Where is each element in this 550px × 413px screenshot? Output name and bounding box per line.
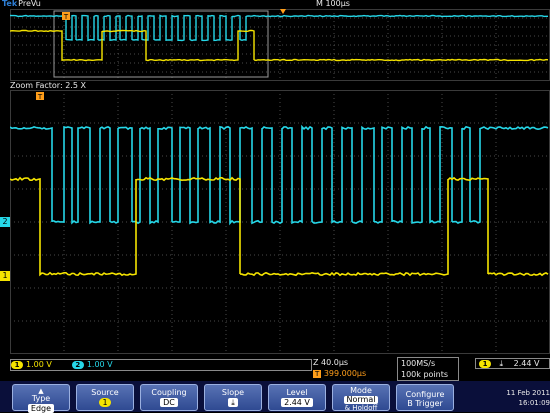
rising-edge-icon: ⤓: [500, 359, 504, 368]
mode-label: Mode: [333, 386, 389, 395]
ch1-ground-marker[interactable]: 1: [0, 271, 10, 281]
configure-label: Configure: [397, 390, 453, 399]
ch2-ground-marker[interactable]: 2: [0, 217, 10, 227]
channel-scale-readout[interactable]: 1 1.00 V 2 1.00 V: [10, 359, 312, 371]
trigger-level-value: 2.44 V: [514, 359, 540, 368]
overview-trigger-marker[interactable]: T: [62, 12, 70, 21]
sample-rate: 100MS/s: [401, 358, 458, 369]
ch2-chip: 2: [72, 361, 84, 369]
trigger-level-marker[interactable]: [0, 174, 8, 184]
overview-ch2-trace: [10, 16, 548, 41]
zoom-trigger-marker[interactable]: T: [36, 92, 44, 101]
type-label: Type: [13, 394, 69, 403]
trigger-readout[interactable]: 1 ⤓ 2.44 V: [475, 358, 550, 369]
zoom-pos-icon: T: [313, 370, 321, 378]
zoom-position: 399.000µs: [324, 369, 366, 378]
overview-graticule: [10, 9, 550, 81]
acquisition-readout[interactable]: 100MS/s 100k points: [397, 357, 459, 381]
source-button[interactable]: Source 1: [76, 384, 134, 411]
date-label: 11 Feb 2011: [492, 388, 550, 398]
b-trigger-label: B Trigger: [397, 399, 453, 408]
mode-button[interactable]: Mode Normal & Holdoff: [332, 384, 390, 411]
slope-button[interactable]: Slope ⤓: [204, 384, 262, 411]
zoom-ch2-trace: [10, 127, 548, 223]
level-label: Level: [269, 388, 325, 397]
acq-mode-label: PreVu: [18, 0, 41, 8]
slope-label: Slope: [205, 388, 261, 397]
coupling-label: Coupling: [141, 388, 197, 397]
zoom-position-readout[interactable]: Z 40.0µs T 399.000µs: [313, 357, 393, 381]
ch1-chip: 1: [11, 361, 23, 369]
brand-logo: Tek: [2, 0, 17, 8]
trigger-position-icon: [280, 9, 286, 14]
zoom-box[interactable]: [54, 11, 268, 77]
zoom-waveform-window[interactable]: T: [10, 90, 550, 354]
datetime-readout: 11 Feb 2011 16:01:09: [492, 388, 550, 412]
svg-text:T: T: [63, 13, 69, 21]
source-value: 1: [99, 398, 111, 407]
trigger-source-chip: 1: [479, 360, 491, 368]
holdoff-label: & Holdoff: [333, 404, 389, 412]
slope-icon: ⤓: [228, 398, 238, 407]
mode-value: Normal: [344, 396, 379, 404]
coupling-value: DC: [160, 398, 178, 407]
brand-label: TekPreVu: [2, 0, 41, 8]
zoom-factor-label: Zoom Factor: 2.5 X: [10, 81, 86, 90]
svg-text:T: T: [37, 93, 43, 101]
source-label: Source: [77, 388, 133, 397]
time-label: 16:01:09: [492, 398, 550, 408]
coupling-button[interactable]: Coupling DC: [140, 384, 198, 411]
overview-waveform-window[interactable]: T 2 1: [10, 9, 550, 81]
ch2-scale: 1.00 V: [87, 360, 113, 370]
zoom-time-scale: Z 40.0µs: [313, 357, 393, 368]
record-length: 100k points: [401, 369, 458, 380]
ch1-scale: 1.00 V: [26, 360, 52, 370]
type-button[interactable]: ▲ Type Edge: [12, 384, 70, 411]
level-button[interactable]: Level 2.44 V: [268, 384, 326, 411]
level-value: 2.44 V: [281, 398, 313, 407]
timebase-readout: M 100µs: [316, 0, 350, 8]
configure-b-trigger-button[interactable]: Configure B Trigger: [396, 384, 454, 411]
